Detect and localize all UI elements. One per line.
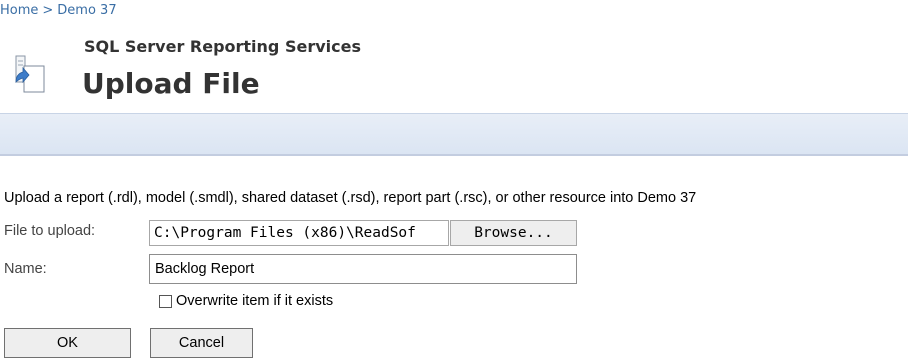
file-path-field[interactable]: C:\Program Files (x86)\ReadSof <box>149 220 449 246</box>
name-input[interactable] <box>149 254 577 284</box>
page-title: Upload File <box>82 67 260 100</box>
app-name: SQL Server Reporting Services <box>84 37 361 56</box>
browse-button[interactable]: Browse... <box>450 220 577 246</box>
toolbar-band <box>0 113 908 156</box>
upload-instructions: Upload a report (.rdl), model (.smdl), s… <box>4 190 697 206</box>
breadcrumb-separator: > <box>42 3 54 18</box>
ok-button[interactable]: OK <box>4 328 131 358</box>
overwrite-checkbox-label[interactable]: Overwrite item if it exists <box>176 293 333 309</box>
breadcrumb-current-link[interactable]: Demo 37 <box>57 3 116 18</box>
upload-document-icon <box>15 55 45 93</box>
file-to-upload-label: File to upload: <box>4 223 96 239</box>
overwrite-checkbox[interactable] <box>159 295 172 308</box>
breadcrumb-home-link[interactable]: Home <box>0 3 38 18</box>
cancel-button[interactable]: Cancel <box>150 328 253 358</box>
name-label: Name: <box>4 261 47 277</box>
breadcrumb: Home > Demo 37 <box>0 3 117 21</box>
